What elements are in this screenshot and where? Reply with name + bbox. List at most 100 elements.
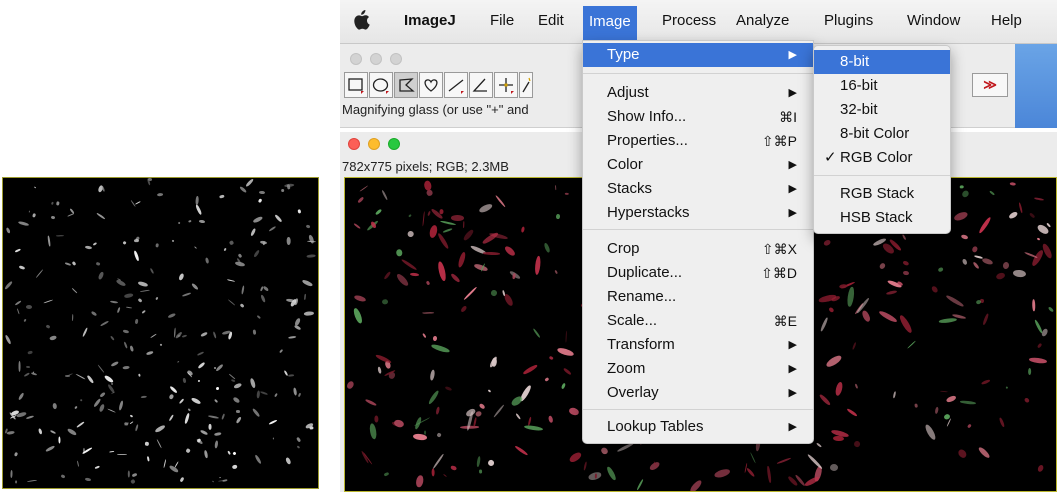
menu-item-8-bit[interactable]: 8-bit — [814, 50, 950, 74]
image-speck — [25, 414, 35, 420]
image-speck — [374, 353, 393, 365]
menu-help[interactable]: Help — [991, 11, 1022, 31]
close-button[interactable] — [350, 53, 362, 65]
image-speck — [384, 472, 390, 478]
image-speck — [98, 403, 105, 413]
image-speck — [178, 272, 185, 281]
image-speck — [195, 195, 199, 205]
menu-image[interactable]: Image — [583, 6, 637, 40]
toolbar-status-text: Magnifying glass (or use "+" and — [342, 102, 529, 117]
image-speck — [258, 190, 266, 195]
menu-item-stacks[interactable]: Stacks ▶ — [583, 177, 813, 201]
image-speck — [18, 360, 21, 372]
menu-edit[interactable]: Edit — [538, 11, 564, 31]
minimize-button[interactable] — [368, 138, 380, 150]
image-speck — [197, 379, 201, 383]
image-speck — [5, 227, 11, 235]
zoom-button[interactable] — [390, 53, 402, 65]
zoom-button[interactable] — [388, 138, 400, 150]
image-speck — [395, 272, 411, 288]
image-speck — [999, 416, 1006, 428]
image-speck — [522, 364, 539, 376]
wand-tool[interactable] — [519, 72, 533, 98]
menu-item-rgb-color[interactable]: ✓ RGB Color — [814, 146, 950, 170]
menu-item-lookup-tables[interactable]: Lookup Tables ▶ — [583, 415, 813, 439]
freehand-tool[interactable] — [419, 72, 443, 98]
image-speck — [155, 438, 162, 449]
image-speck — [426, 210, 431, 217]
menu-item-rename[interactable]: Rename... — [583, 285, 813, 309]
menu-process[interactable]: Process — [662, 11, 716, 31]
image-speck — [443, 473, 448, 478]
menu-item-scale[interactable]: Scale... ⌘E — [583, 309, 813, 333]
image-speck — [1037, 342, 1043, 349]
point-tool[interactable] — [494, 72, 518, 98]
image-speck — [806, 453, 823, 470]
image-speck — [846, 408, 858, 418]
image-speck — [28, 210, 31, 214]
menu-item-properties[interactable]: Properties... ⇧⌘P — [583, 129, 813, 153]
image-speck — [101, 185, 106, 192]
menu-plugins[interactable]: Plugins — [824, 11, 873, 31]
line-tool[interactable] — [444, 72, 468, 98]
menu-item-hyperstacks[interactable]: Hyperstacks ▶ — [583, 201, 813, 225]
more-tools-button[interactable]: ≫ — [972, 73, 1008, 97]
image-speck — [123, 341, 128, 349]
image-speck — [90, 310, 97, 317]
angle-icon — [472, 78, 487, 92]
menu-item-32-bit[interactable]: 32-bit — [814, 98, 950, 122]
image-speck — [196, 351, 205, 357]
menu-item-zoom[interactable]: Zoom ▶ — [583, 357, 813, 381]
shortcut-label: ⇧⌘D — [761, 265, 797, 281]
image-speck — [301, 278, 313, 287]
menu-item-duplicate[interactable]: Duplicate... ⇧⌘D — [583, 261, 813, 285]
menu-separator — [583, 229, 813, 230]
image-speck — [145, 442, 150, 447]
image-speck — [834, 380, 844, 397]
image-speck — [383, 271, 392, 281]
image-speck — [435, 405, 441, 415]
image-speck — [218, 193, 225, 199]
image-speck — [426, 189, 433, 197]
image-speck — [200, 331, 208, 337]
menu-item-rgb-stack[interactable]: RGB Stack — [814, 182, 950, 206]
image-speck — [1033, 197, 1044, 202]
menu-item-adjust[interactable]: Adjust ▶ — [583, 81, 813, 105]
image-speck — [281, 189, 285, 193]
image-speck — [396, 249, 404, 257]
image-speck — [273, 392, 278, 398]
image-speck — [296, 445, 300, 449]
menu-app-name[interactable]: ImageJ — [404, 11, 456, 31]
oval-tool[interactable] — [369, 72, 393, 98]
minimize-button[interactable] — [370, 53, 382, 65]
menu-item-8-bit-color[interactable]: 8-bit Color — [814, 122, 950, 146]
menu-item-type[interactable]: Type ▶ — [583, 43, 813, 67]
menu-item-crop[interactable]: Crop ⇧⌘X — [583, 237, 813, 261]
image-speck — [56, 201, 60, 206]
angle-tool[interactable] — [469, 72, 493, 98]
image-speck — [304, 311, 315, 317]
menu-file[interactable]: File — [490, 11, 514, 31]
image-speck — [564, 330, 567, 344]
menu-item-16-bit[interactable]: 16-bit — [814, 74, 950, 98]
image-speck — [128, 421, 134, 425]
submenu-arrow-icon: ▶ — [788, 363, 797, 375]
menu-item-overlay[interactable]: Overlay ▶ — [583, 381, 813, 405]
image-speck — [124, 421, 129, 426]
menu-item-color[interactable]: Color ▶ — [583, 153, 813, 177]
close-button[interactable] — [348, 138, 360, 150]
image-speck — [960, 189, 970, 199]
apple-icon[interactable] — [352, 10, 370, 30]
image-speck — [221, 413, 226, 421]
menu-window[interactable]: Window — [907, 11, 960, 31]
polygon-tool[interactable] — [394, 72, 418, 98]
image-speck — [860, 309, 872, 323]
image-speck — [939, 391, 948, 393]
image-speck — [938, 318, 958, 324]
menu-item-hsb-stack[interactable]: HSB Stack — [814, 206, 950, 230]
menu-analyze[interactable]: Analyze — [736, 11, 789, 31]
menu-item-show-info[interactable]: Show Info... ⌘I — [583, 105, 813, 129]
image-speck — [945, 395, 957, 404]
menu-item-transform[interactable]: Transform ▶ — [583, 333, 813, 357]
rectangle-tool[interactable] — [344, 72, 368, 98]
